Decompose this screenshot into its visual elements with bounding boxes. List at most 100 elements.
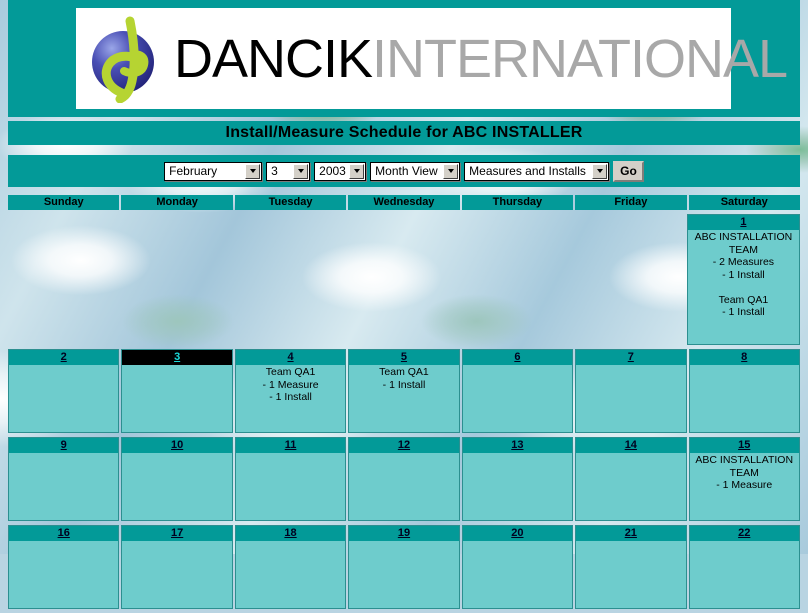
day-header-friday: Friday	[575, 195, 687, 210]
chevron-down-icon[interactable]	[349, 163, 365, 179]
calendar-cell-empty	[121, 214, 232, 345]
calendar-week-row: 2 3 4 Team QA1 - 1 Measure - 1 Install 5 Team…	[8, 349, 800, 433]
brand-banner: DANCIKINTERNATIONAL	[8, 0, 800, 117]
calendar-week-row: 16 17 18 19 20 21 22	[8, 525, 800, 609]
day-number-header: 21	[576, 526, 686, 541]
day-number-header: 11	[235, 438, 346, 453]
view-select-value: Month View	[375, 163, 438, 178]
day-appointments	[463, 453, 572, 520]
day-number-link[interactable]: 1	[740, 216, 746, 228]
calendar-day-cell[interactable]: 4 Team QA1 - 1 Measure - 1 Install	[234, 349, 347, 433]
day-number-header: 17	[122, 526, 232, 541]
calendar-cell-empty	[574, 214, 685, 345]
day-number-header: 18	[235, 526, 346, 541]
calendar-week-row: 1 ABC INSTALLATION TEAM - 2 Measures - 1 …	[8, 214, 800, 345]
go-button[interactable]: Go	[613, 160, 644, 182]
day-header-tuesday: Tuesday	[234, 195, 347, 210]
day-number-link[interactable]: 17	[171, 527, 183, 539]
day-number-link[interactable]: 3	[174, 351, 180, 363]
day-number-link[interactable]: 2	[61, 351, 67, 363]
calendar-day-cell[interactable]: 6	[461, 349, 574, 433]
chevron-down-icon[interactable]	[245, 163, 261, 179]
day-appointments	[122, 541, 231, 608]
day-number-header: 13	[462, 438, 573, 453]
view-select[interactable]: Month View	[370, 161, 461, 181]
day-number-link[interactable]: 14	[625, 439, 637, 451]
day-number-link[interactable]: 13	[511, 439, 523, 451]
month-select-value: February	[169, 163, 218, 178]
brand-wordmark: DANCIKINTERNATIONAL	[174, 28, 788, 89]
day-number-header: 20	[462, 526, 573, 541]
day-appointments: Team QA1 - 1 Install	[379, 366, 429, 391]
day-header-saturday: Saturday	[688, 195, 800, 210]
day-number-link[interactable]: 5	[401, 351, 407, 363]
calendar-day-cell[interactable]: 20	[461, 525, 574, 609]
page-title: Install/Measure Schedule for ABC INSTALL…	[8, 121, 800, 145]
day-number-header: 19	[349, 526, 459, 541]
day-number-header: 4	[235, 350, 346, 365]
day-appointments	[690, 541, 799, 608]
day-appointments	[122, 453, 231, 520]
day-number-header: 8	[689, 350, 799, 365]
calendar-day-cell[interactable]: 17	[121, 525, 233, 609]
day-number-link[interactable]: 6	[514, 351, 520, 363]
calendar-day-cell[interactable]: 10	[121, 437, 233, 521]
calendar-day-cell[interactable]: 3	[121, 349, 233, 433]
calendar-day-cell[interactable]: 19	[348, 525, 460, 609]
day-appointments	[9, 365, 118, 432]
day-number-header: 16	[9, 526, 119, 541]
day-number-link[interactable]: 9	[61, 439, 67, 451]
calendar-cell-empty	[234, 214, 345, 345]
day-number-link[interactable]: 7	[628, 351, 634, 363]
day-number-link[interactable]: 20	[511, 527, 523, 539]
calendar-cell-empty	[347, 214, 458, 345]
logo-box: DANCIKINTERNATIONAL	[76, 8, 788, 109]
day-appointments	[576, 453, 685, 520]
calendar-day-cell[interactable]: 12	[348, 437, 460, 521]
chevron-down-icon[interactable]	[293, 163, 309, 179]
day-number-link[interactable]: 21	[625, 527, 637, 539]
day-number-link[interactable]: 12	[398, 439, 410, 451]
calendar-day-cell[interactable]: 9	[8, 437, 120, 521]
calendar-grid: 1 ABC INSTALLATION TEAM - 2 Measures - 1 …	[8, 214, 800, 613]
calendar-day-cell[interactable]: 7	[575, 349, 687, 433]
calendar-day-cell[interactable]: 11	[234, 437, 347, 521]
chevron-down-icon[interactable]	[443, 163, 459, 179]
calendar-day-cell[interactable]: 1 ABC INSTALLATION TEAM - 2 Measures - 1 …	[686, 214, 800, 345]
chevron-down-icon[interactable]	[592, 163, 608, 179]
calendar-cell-empty	[8, 214, 119, 345]
year-select[interactable]: 2003	[314, 161, 367, 181]
calendar-day-cell[interactable]: 21	[575, 525, 687, 609]
day-appointments	[576, 365, 685, 432]
calendar-day-cell[interactable]: 22	[688, 525, 800, 609]
filter-select-value: Measures and Installs	[469, 163, 586, 178]
calendar-day-cell[interactable]: 13	[461, 437, 574, 521]
day-number-link[interactable]: 16	[58, 527, 70, 539]
month-select[interactable]: February	[164, 161, 263, 181]
day-number-link[interactable]: 8	[741, 351, 747, 363]
calendar-day-cell[interactable]: 5 Team QA1 - 1 Install	[348, 349, 460, 433]
calendar-day-cell[interactable]: 16	[8, 525, 120, 609]
calendar-cell-empty	[461, 214, 572, 345]
day-number-link[interactable]: 15	[738, 439, 750, 451]
day-appointments	[9, 453, 118, 520]
day-number-link[interactable]: 11	[285, 439, 297, 451]
filter-select[interactable]: Measures and Installs	[464, 161, 610, 181]
calendar-day-cell[interactable]: 14	[575, 437, 687, 521]
day-header-sunday: Sunday	[8, 195, 120, 210]
calendar-day-cell[interactable]: 18	[234, 525, 347, 609]
brand-name-secondary: INTERNATIONAL	[372, 28, 788, 89]
day-number-link[interactable]: 4	[287, 351, 293, 363]
calendar-day-cell[interactable]: 15 ABC INSTALLATION TEAM - 1 Measure	[688, 437, 800, 521]
day-number-link[interactable]: 10	[171, 439, 183, 451]
day-select[interactable]: 3	[266, 161, 311, 181]
day-number-link[interactable]: 18	[284, 527, 296, 539]
day-number-link[interactable]: 19	[398, 527, 410, 539]
day-number-link[interactable]: 22	[738, 527, 750, 539]
calendar-day-cell[interactable]: 8	[688, 349, 800, 433]
calendar-day-cell[interactable]: 2	[8, 349, 120, 433]
day-appointments	[122, 365, 231, 432]
day-appointments: ABC INSTALLATION TEAM - 1 Measure	[695, 454, 794, 491]
year-select-value: 2003	[319, 163, 346, 178]
day-number-header: 9	[9, 438, 119, 453]
